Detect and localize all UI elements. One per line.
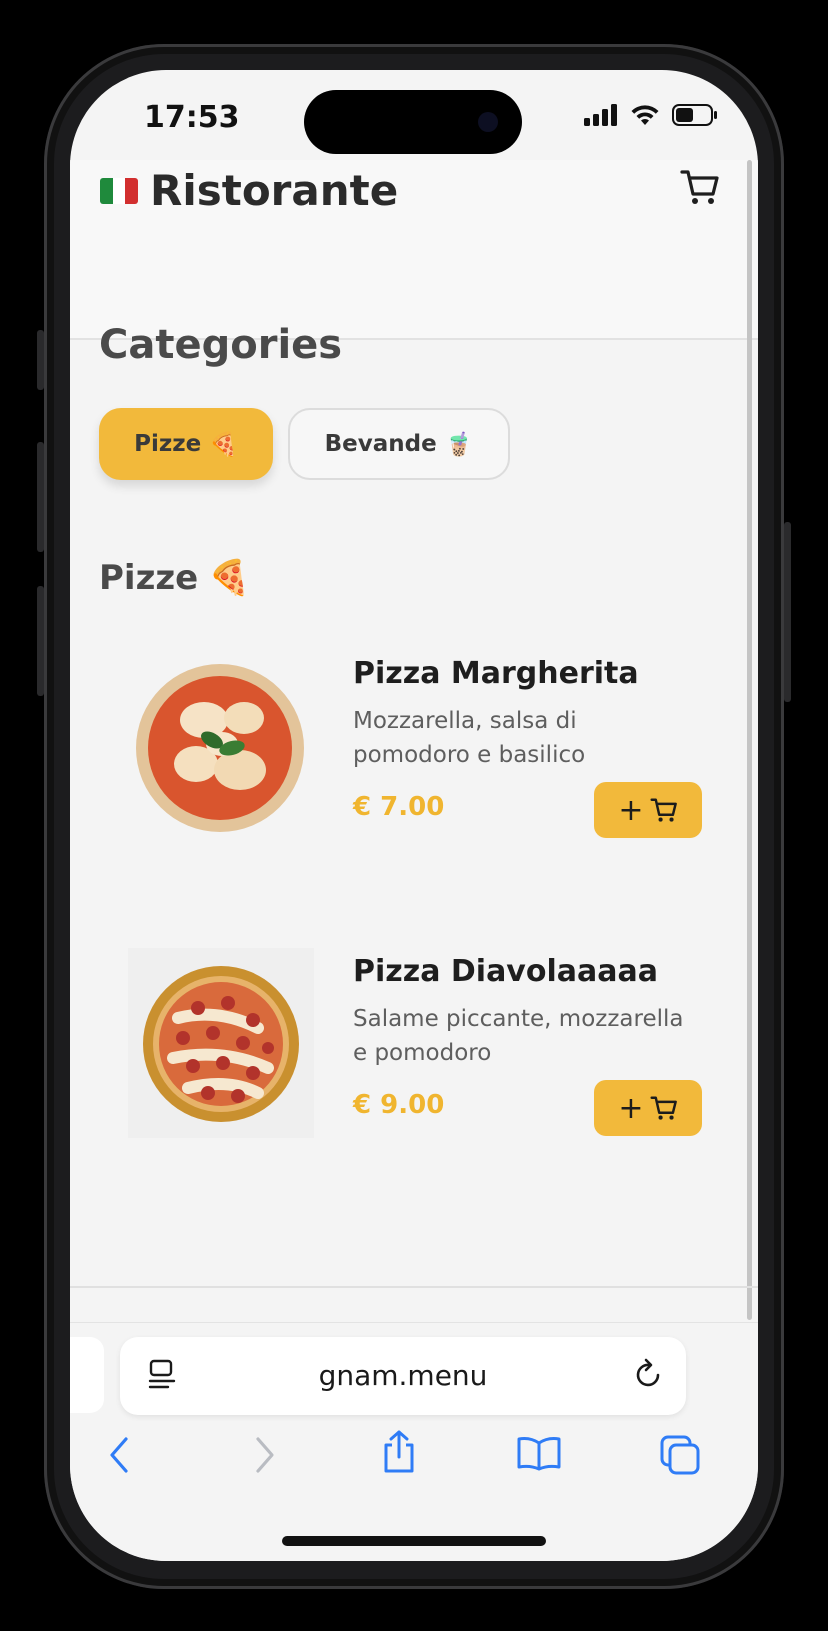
bubble-tea-icon: 🧋 [444, 431, 474, 458]
add-button-label: + [618, 1090, 644, 1126]
add-button-label: + [618, 792, 644, 828]
add-to-cart-button[interactable]: + [594, 1080, 702, 1136]
tabs-icon[interactable] [660, 1435, 702, 1475]
cart-icon [650, 1096, 677, 1120]
divider [70, 1286, 758, 1288]
product-description: Mozzarella, salsa di pomodoro e basilico [353, 708, 586, 768]
chip-label: Bevande [324, 431, 437, 457]
previous-tab-preview[interactable] [70, 1337, 104, 1413]
mute-switch [37, 330, 44, 390]
product-card: Pizza Margherita Mozzarella, salsa di po… [70, 656, 758, 906]
product-name: Pizza Diavolaaaaa [353, 954, 658, 989]
cart-icon[interactable] [680, 168, 720, 206]
home-indicator[interactable] [282, 1536, 546, 1546]
status-time: 17:53 [144, 100, 240, 135]
italy-flag-icon [100, 177, 138, 204]
product-name: Pizza Margherita [353, 656, 639, 691]
browser-toolbar: gnam.menu [70, 1322, 758, 1561]
product-description: Salame piccante, mozzarella e pomodoro [353, 1006, 684, 1066]
power-button [784, 522, 791, 702]
product-price: € 9.00 [353, 1090, 445, 1120]
chip-label: Pizze [134, 431, 202, 457]
safari-nav-bar [70, 1430, 758, 1495]
product-price: € 7.00 [353, 792, 445, 822]
section-title: Pizze 🍕 [99, 558, 251, 598]
screen: 17:53 Ristorante Categories Pizze 🍕 Beva… [70, 70, 758, 1561]
product-card: Pizza Diavolaaaaa Salame piccante, mozza… [70, 948, 758, 1204]
categories-title: Categories [99, 322, 343, 368]
pizza-margherita-image [136, 664, 304, 832]
status-bar: 17:53 [70, 70, 758, 160]
brand-name: Ristorante [150, 166, 399, 215]
pizza-icon: 🍕 [209, 431, 238, 458]
section-title-text: Pizze [99, 558, 199, 598]
category-chip-pizze[interactable]: Pizze 🍕 [99, 408, 273, 480]
back-icon[interactable] [106, 1435, 132, 1475]
brand[interactable]: Ristorante [100, 166, 398, 215]
status-icons [584, 104, 718, 126]
add-to-cart-button[interactable]: + [594, 782, 702, 838]
signal-icon [584, 104, 617, 126]
battery-icon [672, 104, 717, 126]
pizza-icon: 🍕 [208, 558, 251, 598]
dynamic-island [304, 90, 522, 154]
url-text: gnam.menu [318, 1359, 488, 1392]
bookmarks-icon[interactable] [516, 1435, 562, 1471]
forward-icon[interactable] [252, 1435, 278, 1475]
camera-icon [478, 112, 498, 132]
category-chip-bevande[interactable]: Bevande 🧋 [288, 408, 510, 480]
reload-icon[interactable] [632, 1357, 664, 1391]
address-bar[interactable]: gnam.menu [120, 1337, 686, 1415]
volume-down-button [37, 586, 44, 696]
cart-icon [650, 798, 677, 822]
pizza-diavola-image [128, 948, 314, 1138]
share-icon[interactable] [380, 1429, 418, 1475]
volume-up-button [37, 442, 44, 552]
wifi-icon [631, 105, 659, 125]
